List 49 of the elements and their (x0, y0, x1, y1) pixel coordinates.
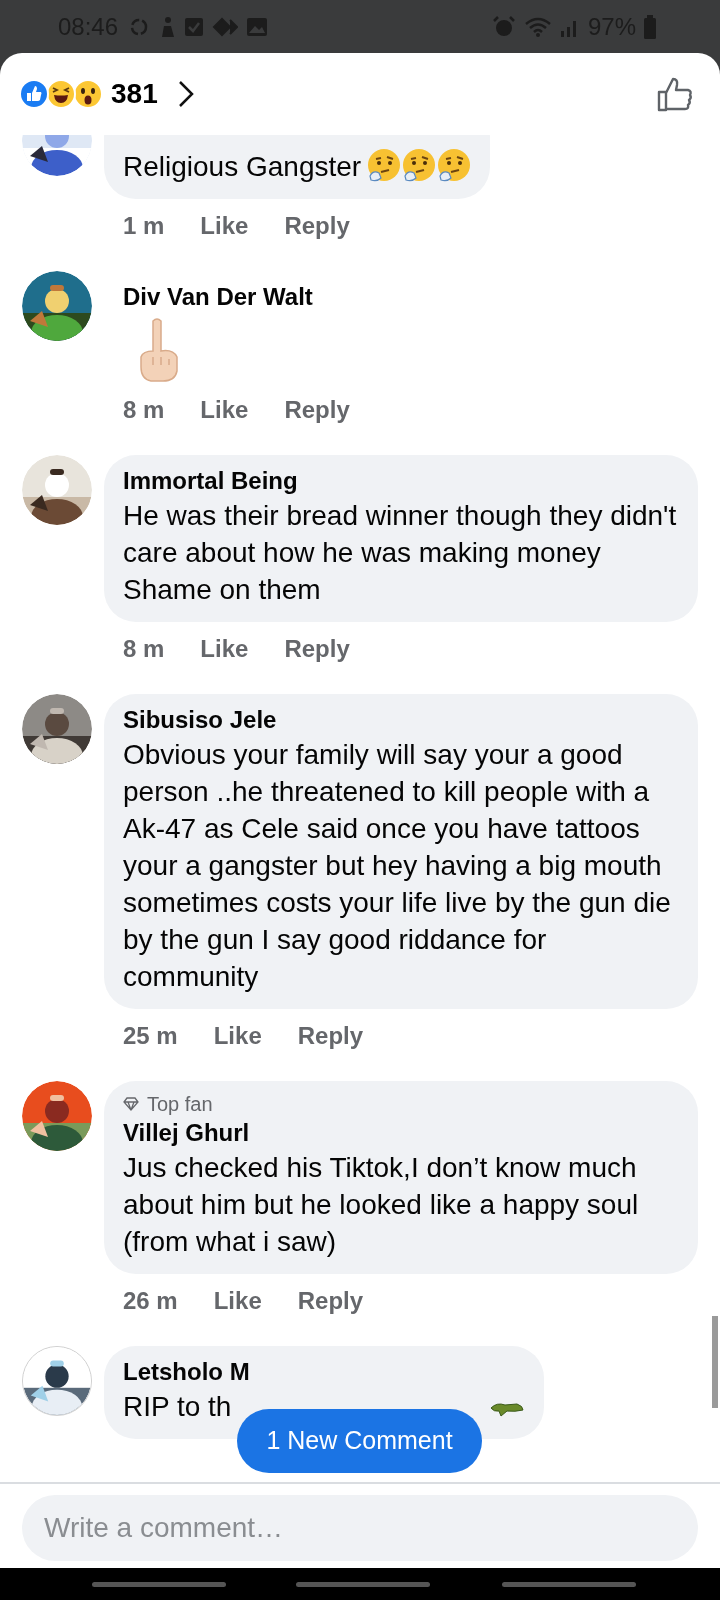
raised-finger-icon (137, 317, 181, 383)
reply-link[interactable]: Reply (284, 634, 350, 664)
reply-link[interactable]: Reply (284, 395, 350, 425)
comment-time: 8 m (123, 395, 165, 425)
thinking-face-icon (367, 148, 402, 182)
reply-link[interactable]: Reply (284, 211, 350, 241)
comment-input[interactable]: Write a comment… (22, 1495, 698, 1561)
reply-link[interactable]: Reply (297, 1286, 364, 1316)
comment-text: RIP to th (123, 1391, 232, 1422)
like-link[interactable]: Like (213, 1286, 262, 1316)
commenter-name: Immortal Being (123, 466, 298, 496)
comment-text: Jus checked his Tiktok,I don’t know much about him but he looked like a happy soul (from what i saw) (123, 1152, 639, 1257)
like-link[interactable]: Like (213, 1021, 262, 1051)
commenter-name: Letsholo M (123, 1357, 250, 1387)
battery-icon (644, 14, 656, 39)
comment-text: Obvious your family will say your a good person ..he threatened to kill people with a Ak-47 as Cele said once you have tattoos your a gangster but hey having a big mouth sometimes costs your life live by the gun die by the gun I say good riddance for community (123, 739, 671, 992)
commenter-name: Villej Ghurl (123, 1118, 250, 1148)
reply-link[interactable]: Reply (297, 1021, 364, 1051)
thinking-face-icon (437, 148, 472, 182)
like-reaction-icon (19, 79, 49, 109)
chevron-right-icon[interactable] (177, 80, 194, 108)
comment-text: He was their bread winner though they didn't care about how he was making money Shame on them (123, 500, 677, 605)
like-link[interactable]: Like (200, 211, 249, 241)
commenter-name: Div Van Der Walt (123, 282, 313, 312)
wifi-icon (523, 15, 552, 38)
surprised-reaction-icon (73, 79, 103, 109)
commenter-name: Sibusiso Jele (123, 705, 277, 735)
laughing-reaction-icon (46, 79, 76, 109)
nav-handle[interactable] (92, 1581, 226, 1587)
checkbox-icon (184, 16, 205, 37)
reaction-count[interactable]: 381 (111, 73, 158, 115)
like-link[interactable]: Like (200, 395, 249, 425)
comment-time: 25 m (123, 1021, 178, 1051)
comment-text: Religious Gangster (123, 151, 362, 182)
comment-time: 26 m (123, 1286, 178, 1316)
thinking-face-icon (402, 148, 437, 182)
thumbs-up-icon[interactable] (657, 76, 693, 112)
alarm-icon (491, 14, 516, 39)
nav-handle[interactable] (502, 1581, 636, 1587)
like-link[interactable]: Like (200, 634, 249, 664)
image-icon (246, 16, 269, 37)
comment-time: 1 m (123, 211, 165, 241)
nav-handle[interactable] (296, 1581, 430, 1587)
diamond-arrow-icon (212, 16, 239, 37)
diamond-icon (123, 1097, 139, 1111)
top-fan-label: Top fan (147, 1092, 213, 1117)
new-comment-button[interactable]: 1 New Comment (237, 1409, 482, 1473)
comment-time: 8 m (123, 634, 165, 664)
scrollbar[interactable] (712, 1316, 718, 1408)
